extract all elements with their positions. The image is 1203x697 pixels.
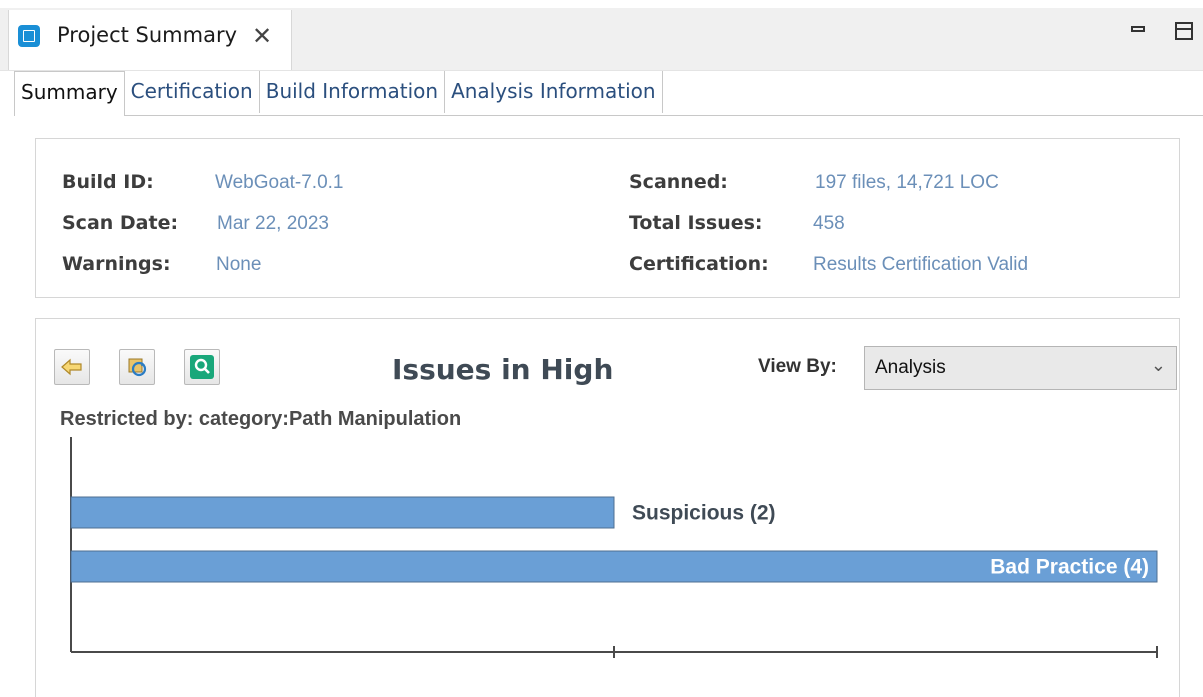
bar-label: Bad Practice (4) [990, 556, 1149, 579]
bar-label: Suspicious (2) [632, 502, 776, 525]
issues-bar-chart: Suspicious (2) Bad Practice (4) [70, 437, 1158, 658]
bar [70, 496, 615, 529]
